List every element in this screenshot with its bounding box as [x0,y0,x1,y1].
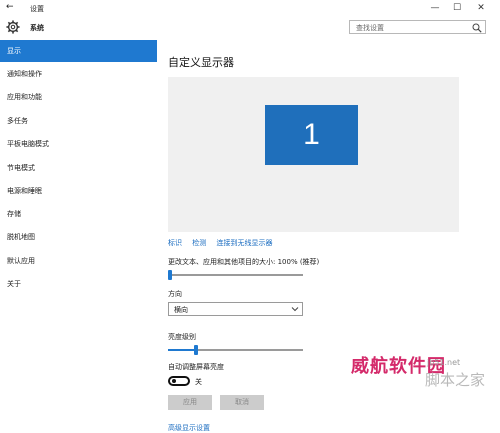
minimize-button[interactable]: — [426,0,444,16]
brightness-slider-thumb[interactable] [194,345,199,355]
sidebar-item-apps[interactable]: 应用和功能 [0,86,157,108]
cancel-button[interactable]: 取消 [220,395,264,410]
orientation-select[interactable]: 横向 [168,302,303,316]
sidebar-item-offline-maps[interactable]: 脱机地图 [0,226,157,248]
watermark-site-name: 脚本之家 [425,371,486,389]
title-bar: ← 设置 — ☐ ✕ [0,0,500,16]
toggle-knob [172,379,176,383]
scale-slider-track[interactable] [168,274,303,276]
chevron-down-icon [291,307,299,312]
close-button[interactable]: ✕ [472,0,490,16]
sidebar-item-battery-saver[interactable]: 节电模式 [0,157,157,179]
sidebar-item-about[interactable]: 关于 [0,273,157,295]
sidebar-item-display[interactable]: 显示 [0,40,157,62]
sidebar: 显示 通知和操作 应用和功能 多任务 平板电脑模式 节电模式 电源和睡眠 存储 … [0,40,157,391]
sidebar-item-tablet-mode[interactable]: 平板电脑模式 [0,133,157,155]
sidebar-item-multitasking[interactable]: 多任务 [0,110,157,132]
sidebar-item-storage[interactable]: 存储 [0,203,157,225]
brightness-slider-fill [168,349,195,351]
wireless-display-link[interactable]: 连接到无线显示器 [216,239,272,247]
brightness-label: 亮度级别 [168,333,196,341]
display-links: 标识 检测 连接到无线显示器 [168,238,280,248]
search-input[interactable]: 查找设置 [356,23,384,33]
identify-link[interactable]: 标识 [168,239,182,247]
scale-slider-thumb[interactable] [168,270,172,280]
maximize-button[interactable]: ☐ [448,0,466,16]
sidebar-item-default-apps[interactable]: 默认应用 [0,250,157,272]
orientation-label: 方向 [168,290,182,298]
auto-brightness-label: 自动调整屏幕亮度 [168,363,224,371]
page-title: 自定义显示器 [168,56,234,69]
main-content: 自定义显示器 1 标识 检测 连接到无线显示器 更改文本、应用和其他项目的大小:… [160,40,500,432]
search-icon[interactable] [472,23,482,33]
auto-brightness-toggle[interactable] [168,376,190,386]
detect-link[interactable]: 检测 [192,239,206,247]
watermark-url: jb51.net [427,358,461,367]
sidebar-item-power-sleep[interactable]: 电源和睡眠 [0,180,157,202]
gear-icon [6,20,20,34]
back-arrow-icon[interactable]: ← [6,2,14,13]
sidebar-item-notifications[interactable]: 通知和操作 [0,63,157,85]
window-title: 设置 [30,5,44,13]
header-title: 系统 [30,24,44,32]
apply-button[interactable]: 应用 [168,395,212,410]
orientation-value: 横向 [174,306,188,314]
scale-label: 更改文本、应用和其他项目的大小: 100% (推荐) [168,258,320,266]
monitor-tile[interactable]: 1 [265,105,358,165]
monitor-arrangement: 1 [168,77,459,232]
search-box[interactable]: 查找设置 [349,20,486,34]
toggle-state-label: 关 [195,378,202,386]
advanced-display-settings-link[interactable]: 高级显示设置 [168,423,210,433]
